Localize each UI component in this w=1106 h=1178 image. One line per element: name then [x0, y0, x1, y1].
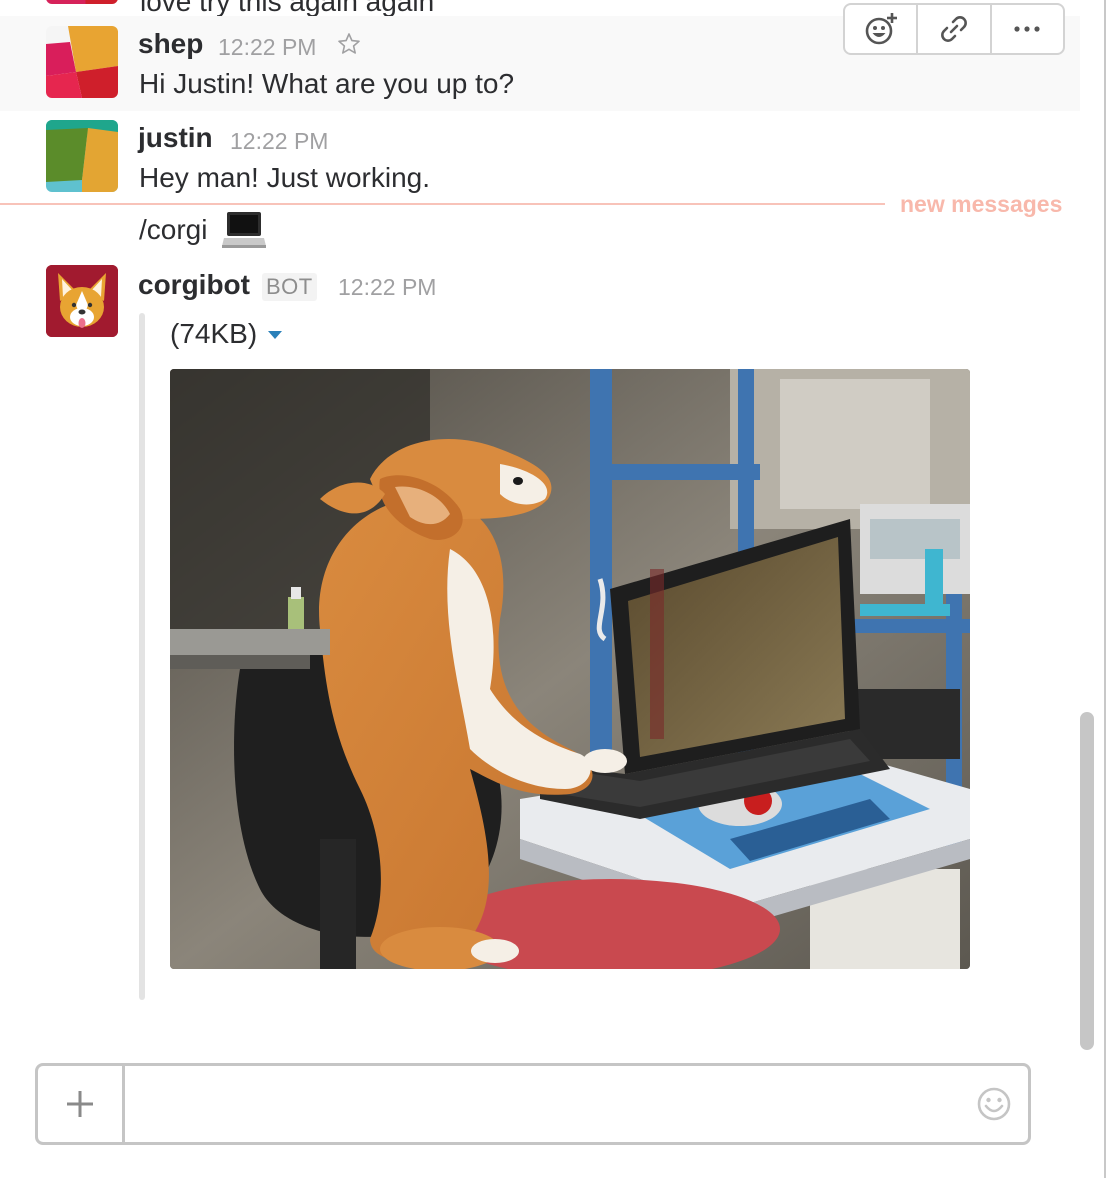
chat-window: love try this again again shep 12:22 PM …: [0, 0, 1106, 1178]
previous-message-avatar[interactable]: [46, 0, 118, 4]
copy-link-button[interactable]: [918, 5, 992, 53]
sender-name[interactable]: justin: [138, 122, 213, 154]
command-message-text: /corgi: [139, 214, 208, 245]
sender-name[interactable]: shep: [138, 28, 203, 60]
message-text: Hi Justin! What are you up to?: [139, 68, 515, 99]
message-justin[interactable]: justin 12:22 PM Hey man! Just working.: [0, 111, 1080, 203]
timestamp[interactable]: 12:22 PM: [338, 274, 436, 301]
plus-icon: [67, 1091, 93, 1117]
sender-name[interactable]: corgibot: [138, 269, 250, 301]
attachment-bar: [139, 313, 145, 1000]
scrollbar-thumb[interactable]: [1080, 712, 1094, 1050]
more-actions-button[interactable]: [992, 5, 1063, 53]
avatar[interactable]: [46, 26, 118, 98]
corgi-photo-illustration: [170, 369, 970, 969]
add-reaction-icon: [865, 13, 897, 45]
corgi-image[interactable]: [170, 369, 970, 969]
attach-file-button[interactable]: [38, 1066, 125, 1142]
message-composer: [35, 1063, 1031, 1145]
avatar[interactable]: [46, 120, 118, 192]
star-icon[interactable]: [337, 32, 361, 56]
new-messages-divider: [0, 203, 885, 205]
avatar[interactable]: [46, 265, 118, 337]
new-messages-label: new messages: [900, 191, 1063, 217]
collapse-caret-icon[interactable]: [268, 331, 282, 339]
timestamp[interactable]: 12:22 PM: [218, 34, 316, 61]
laptop-emoji-icon: [222, 210, 266, 250]
shep-avatar-image: [46, 26, 118, 98]
file-size: (74KB): [170, 318, 258, 349]
corgi-face-icon: [46, 265, 118, 337]
link-icon: [941, 16, 967, 42]
timestamp[interactable]: 12:22 PM: [230, 128, 328, 155]
more-icon: [1014, 26, 1040, 32]
smiley-icon: [977, 1087, 1011, 1121]
message-input[interactable]: [133, 1080, 957, 1130]
add-reaction-button[interactable]: [845, 5, 919, 53]
message-text: Hey man! Just working.: [139, 162, 430, 193]
emoji-picker-button[interactable]: [976, 1086, 1012, 1122]
message-actions-toolbar: [843, 3, 1065, 55]
justin-avatar-image: [46, 120, 118, 192]
bot-badge: BOT: [262, 273, 317, 301]
